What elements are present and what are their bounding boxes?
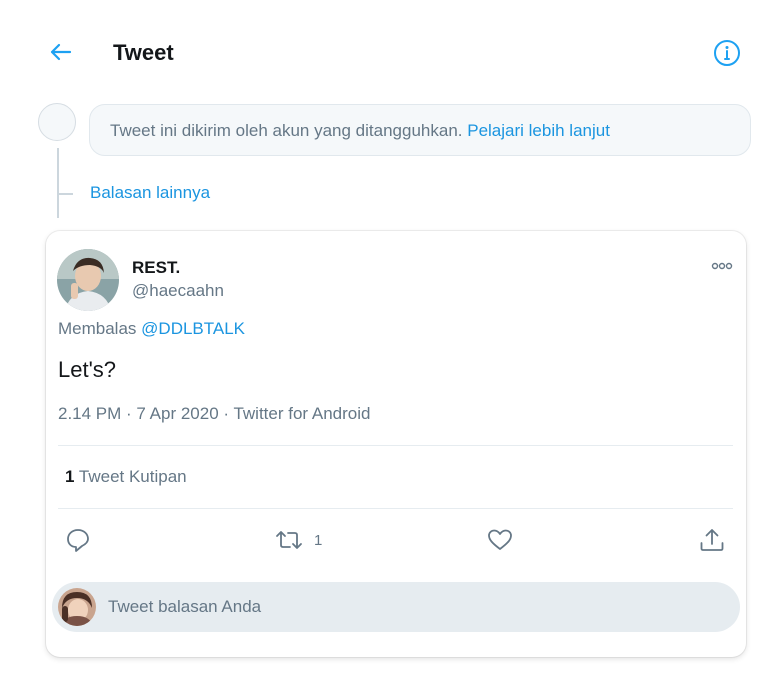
- retweet-count: 1: [314, 531, 323, 549]
- reply-icon: [64, 526, 92, 554]
- author-avatar[interactable]: [57, 249, 119, 311]
- quote-label: Tweet Kutipan: [78, 467, 187, 486]
- arrow-left-icon[interactable]: [44, 36, 76, 68]
- quote-tweets-link[interactable]: 1 Tweet Kutipan: [65, 467, 187, 487]
- info-icon[interactable]: [712, 38, 742, 68]
- share-button[interactable]: [698, 525, 726, 555]
- page-title: Tweet: [113, 40, 174, 65]
- author-name[interactable]: REST.: [132, 258, 180, 278]
- reply-input[interactable]: Tweet balasan Anda: [52, 582, 740, 632]
- divider: [58, 445, 733, 446]
- heart-icon: [486, 526, 514, 554]
- reply-button[interactable]: [64, 525, 92, 555]
- quote-count: 1: [65, 467, 75, 486]
- thread-line: [57, 148, 59, 218]
- suspended-notice-text: Tweet ini dikirim oleh akun yang ditangg…: [110, 121, 463, 140]
- thread-branch: [59, 193, 73, 195]
- retweet-icon: [274, 526, 304, 554]
- suspended-avatar-placeholder: [38, 103, 76, 141]
- reply-mention-link[interactable]: @DDLBTALK: [141, 319, 245, 338]
- retweet-button[interactable]: 1: [274, 525, 322, 555]
- share-icon: [698, 526, 726, 554]
- more-replies-link[interactable]: Balasan lainnya: [90, 183, 210, 203]
- reply-placeholder: Tweet balasan Anda: [108, 597, 262, 616]
- header-bar: Tweet: [0, 0, 784, 100]
- tweet-timestamp: 2.14 PM · 7 Apr 2020 · Twitter for Andro…: [58, 404, 371, 423]
- user-avatar: [58, 588, 96, 626]
- tweet-text: Let's?: [58, 357, 117, 382]
- learn-more-link[interactable]: Pelajari lebih lanjut: [467, 121, 610, 140]
- like-button[interactable]: [486, 525, 514, 555]
- author-handle[interactable]: @haecaahn: [132, 281, 224, 301]
- suspended-tweet-notice: Tweet ini dikirim oleh akun yang ditangg…: [89, 104, 751, 156]
- more-options-icon[interactable]: [710, 259, 734, 273]
- reply-prefix: Membalas: [58, 319, 137, 338]
- tweet-card: REST. @haecaahn Membalas @DDLBTALK Let's…: [46, 231, 746, 657]
- divider: [58, 508, 733, 509]
- replying-to: Membalas @DDLBTALK: [58, 319, 245, 339]
